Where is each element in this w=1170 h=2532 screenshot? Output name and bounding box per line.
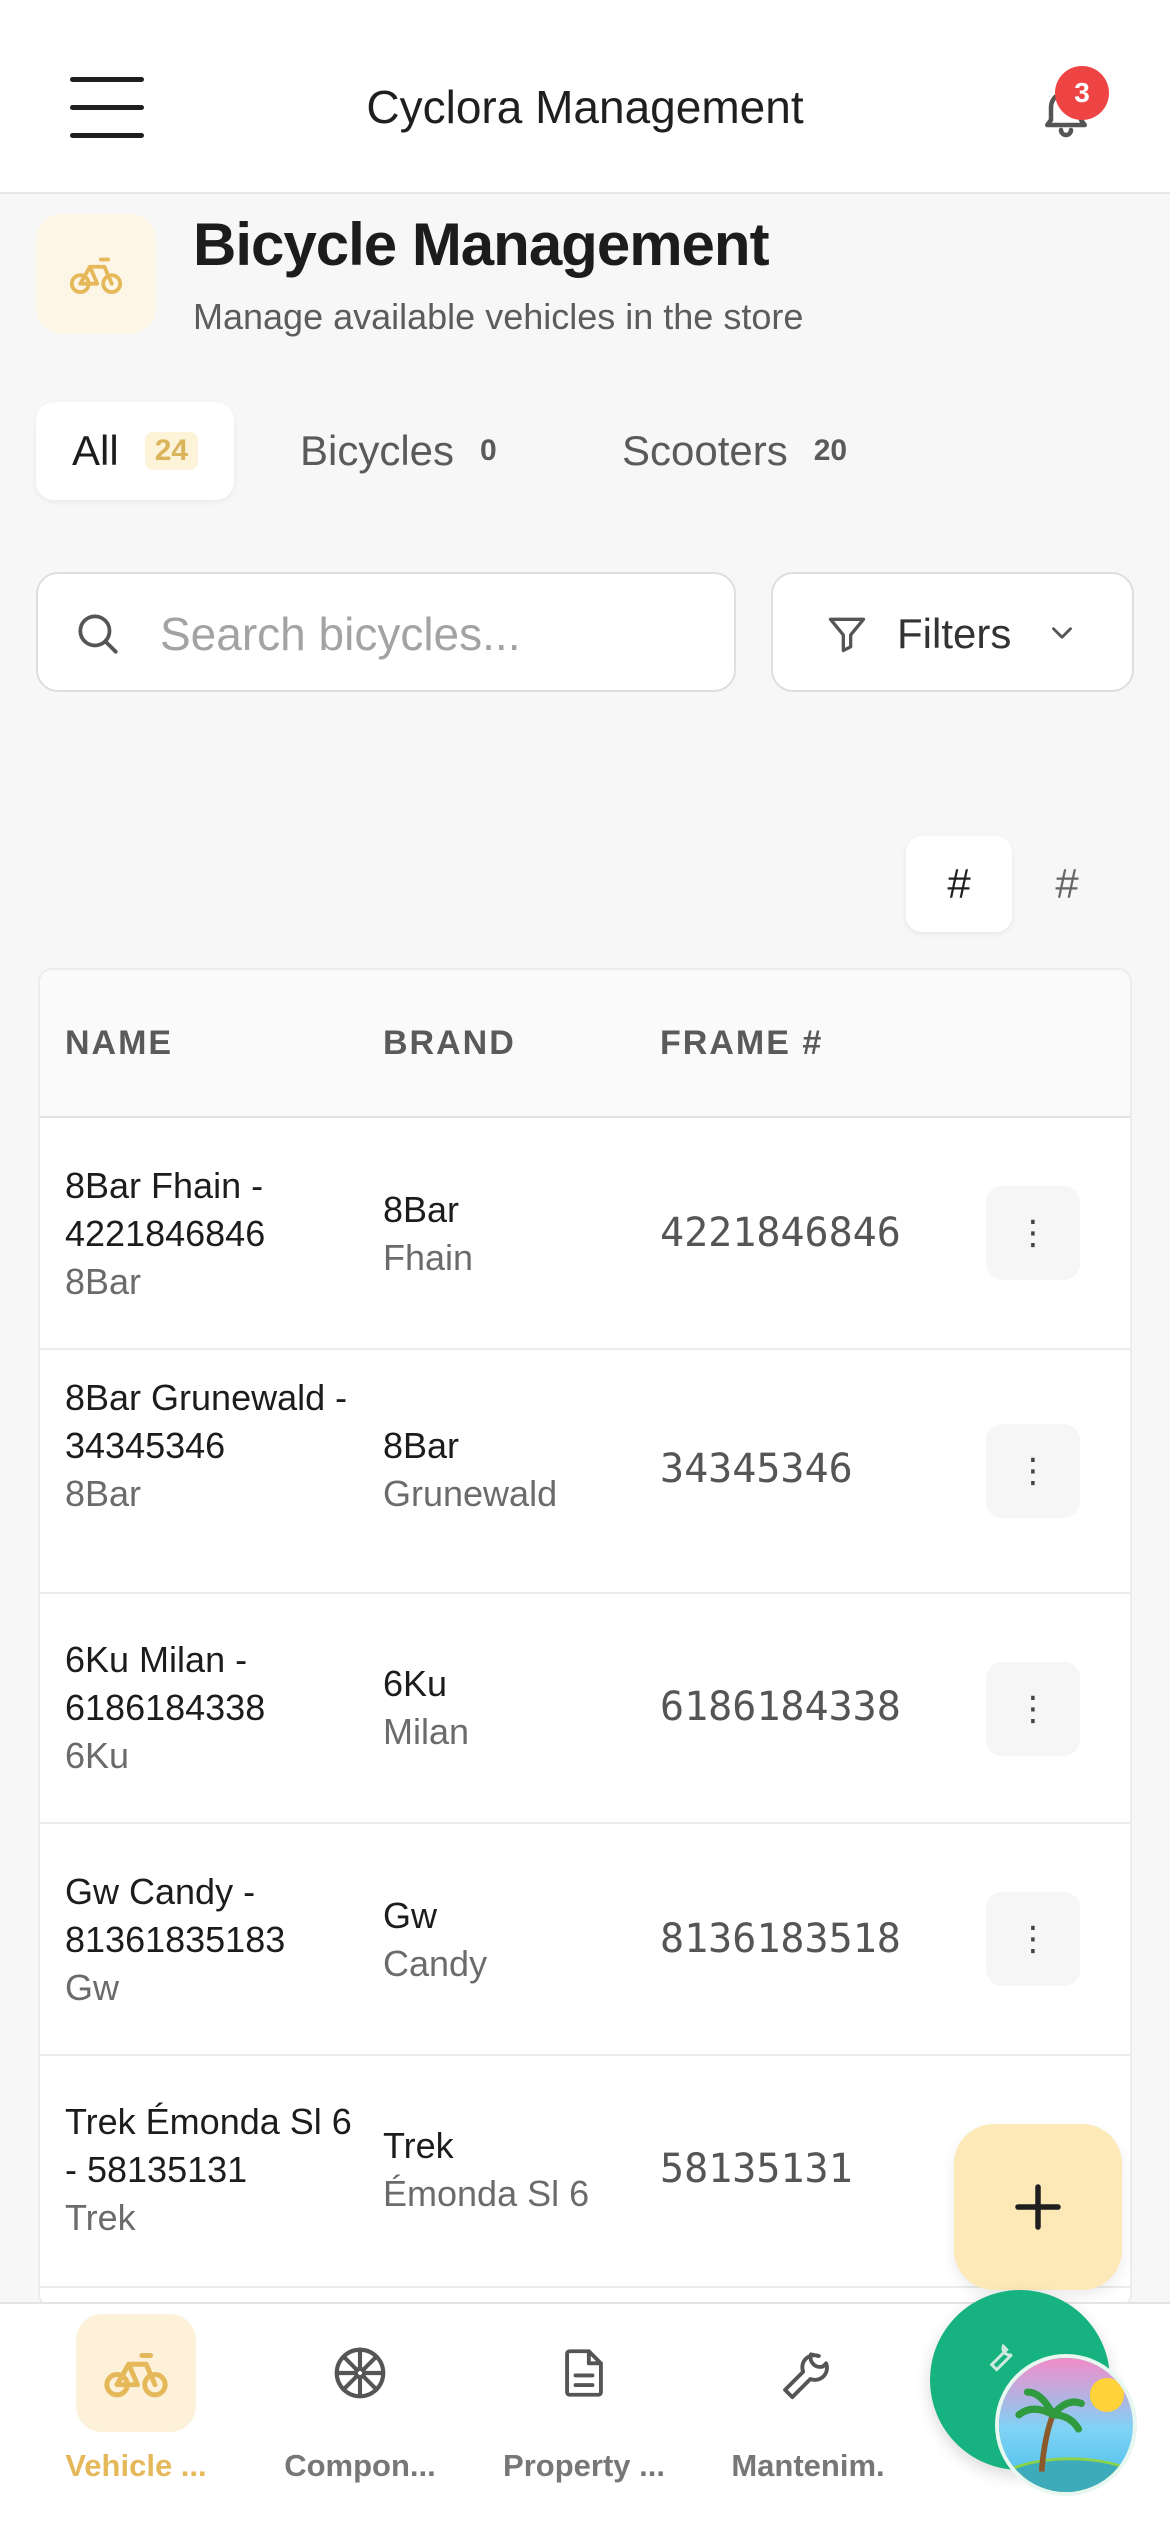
tab-label: Bicycles xyxy=(300,427,455,474)
vehicle-name: Gw Candy - 81361835183 xyxy=(65,1871,286,1960)
column-header-frame[interactable]: FRAME # xyxy=(660,1024,823,1063)
brand-cell: 8Bar Fhain xyxy=(383,1186,473,1282)
app-header: Cyclora Management 3 xyxy=(0,0,1170,194)
nav-item-maintenance[interactable]: Mantenim. xyxy=(696,2304,916,2504)
frame-number: 6186184338 xyxy=(660,1684,900,1730)
vehicle-name: Trek Émonda Sl 6 - 58135131 xyxy=(65,2101,352,2190)
table-row[interactable]: 8Bar Fhain - 4221846846 8Bar 8Bar Fhain … xyxy=(40,1118,1130,1350)
filters-label: Filters xyxy=(897,610,1012,657)
frame-number: 58135131 xyxy=(660,2146,853,2192)
view-toggle: # # xyxy=(906,836,1116,932)
filter-icon xyxy=(828,617,866,653)
chevron-down-icon xyxy=(1052,627,1072,639)
vehicle-brand-sub: 6Ku xyxy=(65,1735,130,1776)
table-row[interactable]: 8Bar Grunewald - 34345346 8Bar 8Bar Grun… xyxy=(40,1350,1130,1594)
wrench-icon xyxy=(989,2343,1013,2372)
tab-scooters[interactable]: Scooters 20 xyxy=(622,402,847,500)
notification-badge: 3 xyxy=(1055,66,1109,120)
vehicle-brand-sub: Trek xyxy=(65,2197,136,2238)
row-menu-button[interactable]: ⋮ xyxy=(986,1662,1080,1756)
brand-cell: 6Ku Milan xyxy=(383,1660,469,1756)
nav-item-vehicles[interactable]: Vehicle ... xyxy=(24,2304,244,2504)
row-menu-button[interactable]: ⋮ xyxy=(986,1892,1080,1986)
brand: 8Bar xyxy=(383,1425,460,1466)
vehicle-brand-sub: Gw xyxy=(65,1967,119,2008)
model: Milan xyxy=(383,1711,470,1752)
table-view-button[interactable]: # xyxy=(906,836,1012,932)
search-input[interactable] xyxy=(160,594,720,674)
vehicle-name-cell: 8Bar Fhain - 4221846846 8Bar xyxy=(65,1162,365,1306)
brand-cell: Gw Candy xyxy=(383,1892,487,1988)
tab-bicycles[interactable]: Bicycles 0 xyxy=(300,402,497,500)
wheel-icon xyxy=(300,2314,420,2432)
column-header-name[interactable]: NAME xyxy=(65,1024,173,1063)
vehicle-name: 6Ku Milan - 6186184338 xyxy=(65,1639,266,1728)
model: Fhain xyxy=(383,1237,474,1278)
vehicle-name: 8Bar Grunewald - 34345346 xyxy=(65,1377,348,1466)
search-box xyxy=(36,572,736,692)
plus-icon xyxy=(1015,2184,1061,2230)
vehicles-table: NAME BRAND FRAME # 8Bar Fhain - 42218468… xyxy=(38,968,1132,2308)
document-icon xyxy=(524,2314,644,2432)
tab-label: Scooters xyxy=(622,427,788,474)
column-header-brand[interactable]: BRAND xyxy=(383,1024,516,1063)
model: Émonda Sl 6 xyxy=(383,2173,590,2214)
bicycle-icon xyxy=(76,2314,196,2432)
filters-button[interactable]: Filters xyxy=(771,572,1134,692)
brand-cell: Trek Émonda Sl 6 xyxy=(383,2122,589,2218)
nav-label: Mantenim. xyxy=(731,2448,885,2483)
vehicle-name-cell: 8Bar Grunewald - 34345346 8Bar xyxy=(65,1374,365,1518)
bicycle-icon xyxy=(36,214,156,334)
tab-count: 20 xyxy=(813,434,848,467)
nav-item-components[interactable]: Compon... xyxy=(248,2304,468,2504)
beach-avatar[interactable] xyxy=(995,2354,1137,2496)
brand: Gw xyxy=(383,1895,437,1936)
wrench-icon xyxy=(748,2314,868,2432)
frame-number: 34345346 xyxy=(660,1446,853,1492)
vehicle-name: 8Bar Fhain - 4221846846 xyxy=(65,1165,266,1254)
frame-number: 81361835183 xyxy=(660,1916,900,1962)
table-row[interactable]: Gw Candy - 81361835183 Gw Gw Candy 81361… xyxy=(40,1824,1130,2056)
row-menu-button[interactable]: ⋮ xyxy=(986,1424,1080,1518)
model: Candy xyxy=(383,1943,488,1984)
nav-label: Vehicle ... xyxy=(65,2448,207,2483)
vehicle-brand-sub: 8Bar xyxy=(65,1473,142,1514)
frame-number: 4221846846 xyxy=(660,1210,900,1256)
brand: 8Bar xyxy=(383,1189,460,1230)
tab-count: 0 xyxy=(480,434,497,467)
nav-label: Compon... xyxy=(284,2448,436,2483)
vehicle-name-cell: 6Ku Milan - 6186184338 6Ku xyxy=(65,1636,365,1780)
table-header: NAME BRAND FRAME # xyxy=(40,970,1130,1118)
vehicle-brand-sub: 8Bar xyxy=(65,1261,142,1302)
grid-view-button[interactable]: # xyxy=(1014,836,1120,932)
row-menu-button[interactable]: ⋮ xyxy=(986,1186,1080,1280)
add-vehicle-button[interactable] xyxy=(954,2124,1122,2290)
page-subtitle: Manage available vehicles in the store xyxy=(193,296,804,337)
app-title: Cyclora Management xyxy=(366,81,804,133)
tab-count: 24 xyxy=(144,432,199,470)
vehicle-name-cell: Trek Émonda Sl 6 - 58135131 Trek xyxy=(65,2098,365,2242)
tab-all[interactable]: All 24 xyxy=(36,402,235,500)
nav-item-property[interactable]: Property ... xyxy=(472,2304,692,2504)
brand-cell: 8Bar Grunewald xyxy=(383,1422,557,1518)
brand: 6Ku xyxy=(383,1663,448,1704)
brand: Trek xyxy=(383,2125,454,2166)
table-row[interactable]: 6Ku Milan - 6186184338 6Ku 6Ku Milan 618… xyxy=(40,1594,1130,1824)
page-title: Bicycle Management xyxy=(193,211,770,278)
model: Grunewald xyxy=(383,1473,558,1514)
search-icon xyxy=(78,614,118,654)
tab-label: All xyxy=(72,427,119,474)
vehicle-name-cell: Gw Candy - 81361835183 Gw xyxy=(65,1868,365,2012)
nav-label: Property ... xyxy=(503,2448,665,2483)
